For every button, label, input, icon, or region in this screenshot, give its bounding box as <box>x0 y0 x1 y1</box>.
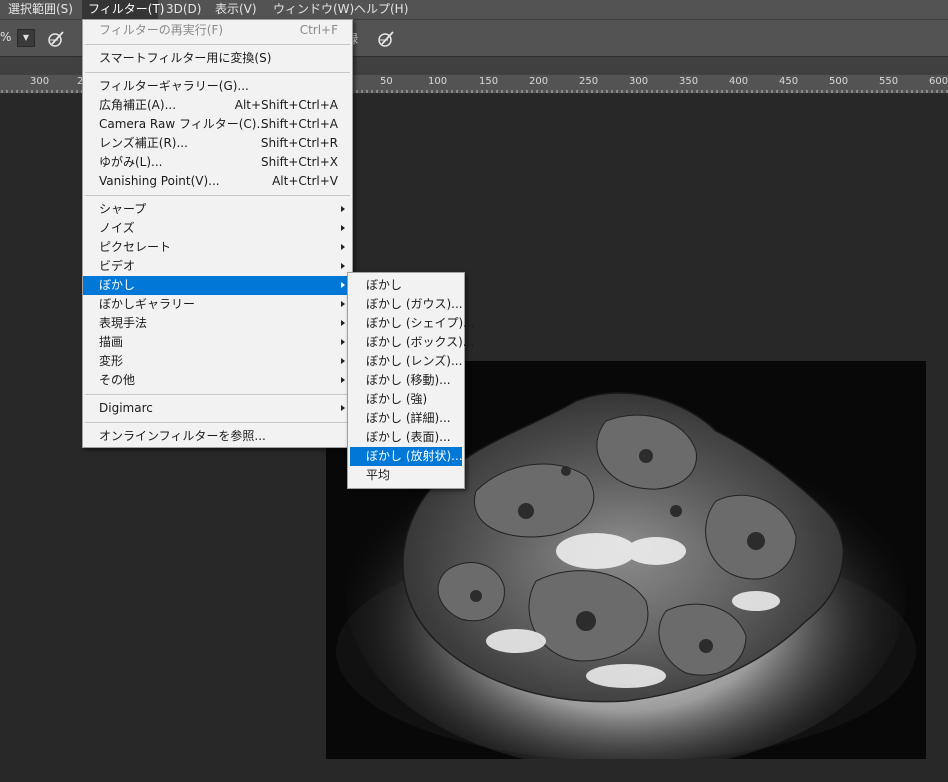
vanishing-point-shortcut: Alt+Ctrl+V <box>272 174 338 188</box>
opacity-percent: % <box>0 30 12 44</box>
submenu-arrow-icon <box>341 301 345 307</box>
ruler-label: 600 <box>929 76 948 87</box>
stylize-item[interactable]: 表現手法 <box>83 314 352 333</box>
sharpen-item[interactable]: シャープ <box>83 200 352 219</box>
menu-bar: 選択範囲(S) フィルター(T) 3D(D) 表示(V) ウィンドウ(W) ヘル… <box>0 0 948 19</box>
browse-online-filters-item[interactable]: オンラインフィルターを参照... <box>83 427 352 446</box>
blur-label: ぼかし <box>99 278 136 292</box>
submenu-arrow-icon <box>341 206 345 212</box>
ruler-label: 550 <box>879 76 899 87</box>
browse-online-filters-label: オンラインフィルターを参照... <box>99 429 266 443</box>
submenu-arrow-icon <box>341 377 345 383</box>
menu-separator <box>85 394 350 395</box>
submenu-arrow-icon <box>341 358 345 364</box>
brush-airbrush-icon[interactable] <box>376 29 396 49</box>
camera-raw-filter-item[interactable]: Camera Raw フィルター(C)... Shift+Ctrl+A <box>83 115 352 134</box>
blur-submenu-item[interactable]: ぼかし <box>350 276 462 295</box>
distort-item[interactable]: 変形 <box>83 352 352 371</box>
submenu-arrow-icon <box>341 405 345 411</box>
liquify-label: ゆがみ(L)... <box>99 155 163 169</box>
submenu-arrow-icon <box>341 282 345 288</box>
lens-correction-shortcut: Shift+Ctrl+R <box>260 136 338 150</box>
ruler-label: 250 <box>579 76 599 87</box>
submenu-arrow-icon <box>341 225 345 231</box>
lens-correction-label: レンズ補正(R)... <box>99 136 188 150</box>
ruler-label: 300 <box>629 76 649 87</box>
camera-raw-filter-shortcut: Shift+Ctrl+A <box>261 117 338 131</box>
ruler-label: 100 <box>428 76 448 87</box>
submenu-arrow-icon <box>341 339 345 345</box>
filter-gallery-label: フィルターギャラリー(G)... <box>99 79 249 93</box>
lens-correction-item[interactable]: レンズ補正(R)... Shift+Ctrl+R <box>83 134 352 153</box>
convert-smart-filter-label: スマートフィルター用に変換(S) <box>99 51 272 65</box>
ruler-label: 50 <box>380 76 393 87</box>
adaptive-wide-angle-shortcut: Alt+Shift+Ctrl+A <box>234 98 338 112</box>
distort-label: 変形 <box>99 354 124 368</box>
last-filter-shortcut: Ctrl+F <box>299 23 338 37</box>
render-item[interactable]: 描画 <box>83 333 352 352</box>
sharpen-label: シャープ <box>99 202 147 216</box>
gaussian-blur-item[interactable]: ぼかし (ガウス)... <box>350 295 463 314</box>
lens-blur-item[interactable]: ぼかし (レンズ)... <box>350 352 462 371</box>
ruler-label: 400 <box>729 76 749 87</box>
menu-separator <box>85 195 350 196</box>
average-item[interactable]: 平均 <box>350 466 462 485</box>
motion-blur-item[interactable]: ぼかし (移動)... <box>350 371 462 390</box>
surface-blur-item[interactable]: ぼかし (表面)... <box>350 428 462 447</box>
ruler-label: 350 <box>679 76 699 87</box>
last-filter-label: フィルターの再実行(F) <box>99 23 224 37</box>
ruler-label: 450 <box>779 76 799 87</box>
digimarc-label: Digimarc <box>99 401 153 415</box>
filter-menu: フィルターの再実行(F) Ctrl+F スマートフィルター用に変換(S) フィル… <box>82 19 353 448</box>
ruler-label: 200 <box>529 76 549 87</box>
ruler-label: 300 <box>30 76 50 87</box>
submenu-arrow-icon <box>341 244 345 250</box>
smart-blur-item[interactable]: ぼかし (詳細)... <box>350 409 462 428</box>
menu-window[interactable]: ウィンドウ(W) <box>267 0 360 19</box>
ruler-label: 500 <box>829 76 849 87</box>
menu-view[interactable]: 表示(V) <box>209 0 263 19</box>
blur-gallery-item[interactable]: ぼかしギャラリー <box>83 295 352 314</box>
menu-select[interactable]: 選択範囲(S) <box>2 0 79 19</box>
pixelate-label: ピクセレート <box>99 240 172 254</box>
video-label: ビデオ <box>99 259 136 273</box>
liquify-item[interactable]: ゆがみ(L)... Shift+Ctrl+X <box>83 153 352 172</box>
menu-3d[interactable]: 3D(D) <box>160 0 207 19</box>
box-blur-item[interactable]: ぼかし (ボックス)... <box>350 333 474 352</box>
blur-item[interactable]: ぼかし <box>83 276 352 295</box>
menu-separator <box>85 44 350 45</box>
ruler-label: 150 <box>479 76 499 87</box>
stylize-label: 表現手法 <box>99 316 148 330</box>
adaptive-wide-angle-label: 広角補正(A)... <box>99 98 177 112</box>
camera-raw-filter-label: Camera Raw フィルター(C)... <box>99 117 268 131</box>
submenu-arrow-icon <box>341 320 345 326</box>
last-filter-item[interactable]: フィルターの再実行(F) Ctrl+F <box>83 21 352 40</box>
shape-blur-item[interactable]: ぼかし (シェイプ)... <box>350 314 475 333</box>
noise-item[interactable]: ノイズ <box>83 219 352 238</box>
opacity-dropdown-button[interactable]: ▼ <box>17 29 35 47</box>
submenu-arrow-icon <box>341 263 345 269</box>
vanishing-point-label: Vanishing Point(V)... <box>99 174 220 188</box>
menu-separator <box>85 72 350 73</box>
adaptive-wide-angle-item[interactable]: 広角補正(A)... Alt+Shift+Ctrl+A <box>83 96 352 115</box>
other-label: その他 <box>99 373 136 387</box>
menu-filter[interactable]: フィルター(T) <box>82 0 164 19</box>
menu-help[interactable]: ヘルプ(H) <box>348 0 414 19</box>
vanishing-point-item[interactable]: Vanishing Point(V)... Alt+Ctrl+V <box>83 172 352 191</box>
menu-separator <box>85 422 350 423</box>
render-label: 描画 <box>99 335 124 349</box>
blur-more-item[interactable]: ぼかし (強) <box>350 390 462 409</box>
noise-label: ノイズ <box>99 221 135 235</box>
liquify-shortcut: Shift+Ctrl+X <box>261 155 338 169</box>
brush-pressure-icon[interactable] <box>46 29 66 49</box>
filter-gallery-item[interactable]: フィルターギャラリー(G)... <box>83 77 352 96</box>
blur-submenu: ぼかし ぼかし (ガウス)... ぼかし (シェイプ)... ぼかし (ボックス… <box>347 272 475 489</box>
convert-smart-filter-item[interactable]: スマートフィルター用に変換(S) <box>83 49 352 68</box>
radial-blur-item[interactable]: ぼかし (放射状)... <box>350 447 463 466</box>
blur-gallery-label: ぼかしギャラリー <box>99 297 196 311</box>
digimarc-item[interactable]: Digimarc <box>83 399 352 418</box>
pixelate-item[interactable]: ピクセレート <box>83 238 352 257</box>
other-item[interactable]: その他 <box>83 371 352 390</box>
video-item[interactable]: ビデオ <box>83 257 352 276</box>
